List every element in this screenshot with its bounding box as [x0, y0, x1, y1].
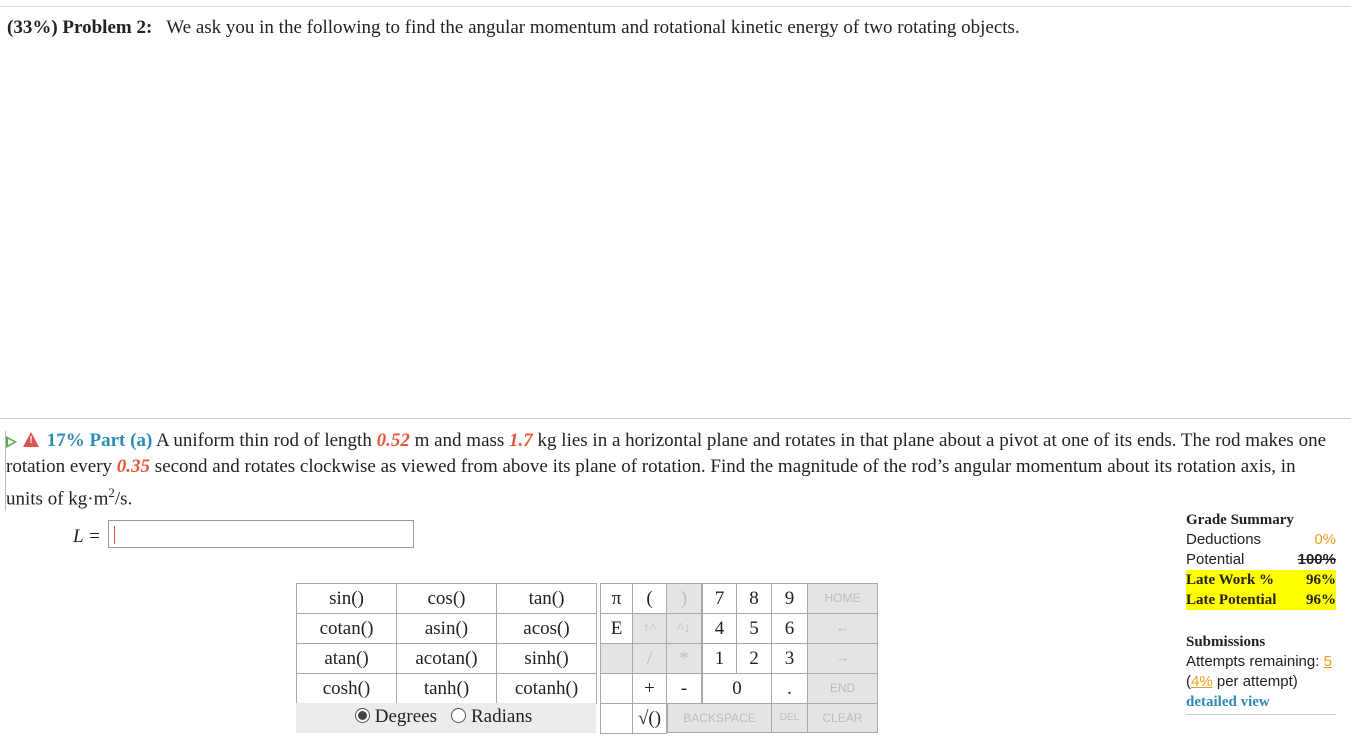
answer-input[interactable] [108, 520, 414, 548]
late-potential-value: 96% [1306, 592, 1336, 608]
clear-button[interactable]: CLEAR [807, 703, 878, 733]
acotan-button[interactable]: acotan() [396, 643, 497, 674]
digit-4-button[interactable]: 4 [702, 613, 737, 644]
part-a-label: 17% Part (a) [46, 430, 153, 451]
sinh-button[interactable]: sinh() [496, 643, 597, 674]
part-a-question: ! 17% Part (a) A uniform thin rod of len… [6, 428, 1336, 512]
problem-header: (33%) Problem 2: We ask you in the follo… [0, 6, 1351, 45]
given-length: 0.52 [376, 430, 410, 451]
expand-triangle-icon[interactable] [6, 435, 17, 448]
given-period: 0.35 [116, 456, 151, 477]
minus-button[interactable]: - [666, 673, 702, 704]
right-arrow-button[interactable]: → [807, 643, 878, 674]
sin-button[interactable]: sin() [296, 583, 397, 614]
radians-radio[interactable] [451, 708, 467, 723]
per-attempt-suffix: per attempt) [1216, 673, 1298, 690]
answer-label: L = [73, 526, 101, 547]
blank-key [600, 643, 633, 674]
grade-summary-panel: Grade Summary Deductions 0% Potential 10… [1186, 510, 1336, 712]
attempts-row: Attempts remaining: 5 [1186, 652, 1336, 672]
cotanh-button[interactable]: cotanh() [496, 673, 597, 704]
part-a-text-1: A uniform thin rod of length [155, 430, 372, 451]
digit-2-button[interactable]: 2 [736, 643, 772, 674]
digit-6-button[interactable]: 6 [771, 613, 808, 644]
atan-button[interactable]: atan() [296, 643, 397, 674]
degrees-radio[interactable] [355, 708, 370, 723]
digit-1-button[interactable]: 1 [702, 643, 737, 674]
potential-value: 100% [1297, 551, 1336, 568]
delete-button[interactable]: DEL [771, 703, 808, 733]
grade-summary-title: Grade Summary [1186, 512, 1294, 528]
tanh-button[interactable]: tanh() [396, 673, 497, 704]
per-attempt-value: 4% [1191, 673, 1213, 690]
deductions-value: 0% [1314, 531, 1336, 548]
submissions-title: Submissions [1186, 634, 1266, 650]
digit-3-button[interactable]: 3 [771, 643, 808, 674]
radians-label[interactable]: Radians [471, 706, 532, 727]
decimal-point-button[interactable]: . [771, 673, 808, 704]
detailed-view-link[interactable]: detailed view [1186, 692, 1336, 712]
plus-button[interactable]: + [632, 673, 667, 704]
home-button[interactable]: HOME [807, 583, 878, 614]
attempts-label: Attempts remaining: [1186, 653, 1320, 670]
per-attempt-row: (4% per attempt) [1186, 673, 1298, 690]
text-caret [114, 526, 115, 544]
multiply-button[interactable]: * [666, 643, 702, 674]
late-potential-label: Late Potential [1186, 592, 1277, 608]
problem-text: We ask you in the following to find the … [166, 17, 1020, 38]
late-potential-row: Late Potential 96% [1186, 590, 1336, 610]
grade-divider [1186, 714, 1336, 715]
digit-8-button[interactable]: 8 [736, 583, 772, 614]
divide-button[interactable]: / [632, 643, 667, 674]
sqrt-button[interactable]: √() [632, 703, 667, 734]
backspace-button[interactable]: BACKSPACE [667, 703, 772, 733]
degrees-label[interactable]: Degrees [375, 706, 437, 727]
tan-button[interactable]: tan() [496, 583, 597, 614]
problem-label: (33%) Problem 2: [7, 17, 153, 38]
late-work-label: Late Work % [1186, 572, 1275, 588]
blank-key [600, 703, 633, 734]
deductions-label: Deductions [1186, 531, 1262, 548]
deductions-row: Deductions 0% [1186, 530, 1336, 550]
digit-5-button[interactable]: 5 [736, 613, 772, 644]
digit-0-button[interactable]: 0 [702, 673, 772, 704]
part-a-text-2: m and mass [414, 430, 505, 451]
angle-mode-selector: Degrees Radians [296, 703, 596, 733]
part-a-text-5: /s. [114, 488, 133, 510]
cotan-button[interactable]: cotan() [296, 613, 397, 644]
close-paren-button[interactable]: ) [666, 583, 702, 614]
late-work-value: 96% [1306, 572, 1336, 588]
potential-label: Potential [1186, 551, 1245, 568]
e-button[interactable]: E [600, 613, 633, 644]
down-exponent-button[interactable]: ^↓ [666, 613, 702, 644]
potential-row: Potential 100% [1186, 550, 1336, 570]
cos-button[interactable]: cos() [396, 583, 497, 614]
pi-button[interactable]: π [600, 583, 633, 614]
end-button[interactable]: END [807, 673, 878, 704]
left-arrow-button[interactable]: ← [807, 613, 878, 644]
cosh-button[interactable]: cosh() [296, 673, 397, 704]
digit-9-button[interactable]: 9 [771, 583, 808, 614]
problem-statement: (33%) Problem 2: We ask you in the follo… [7, 17, 1020, 39]
blank-key [600, 673, 633, 704]
warning-icon: ! [23, 432, 39, 447]
attempts-value: 5 [1323, 653, 1332, 670]
open-paren-button[interactable]: ( [632, 583, 667, 614]
up-exponent-button[interactable]: ↑^ [632, 613, 667, 644]
given-mass: 1.7 [509, 430, 533, 451]
asin-button[interactable]: asin() [396, 613, 497, 644]
late-work-row: Late Work % 96% [1186, 570, 1336, 590]
digit-7-button[interactable]: 7 [702, 583, 737, 614]
part-a-text-4: second and rotates clockwise as viewed f… [6, 456, 1296, 510]
acos-button[interactable]: acos() [496, 613, 597, 644]
